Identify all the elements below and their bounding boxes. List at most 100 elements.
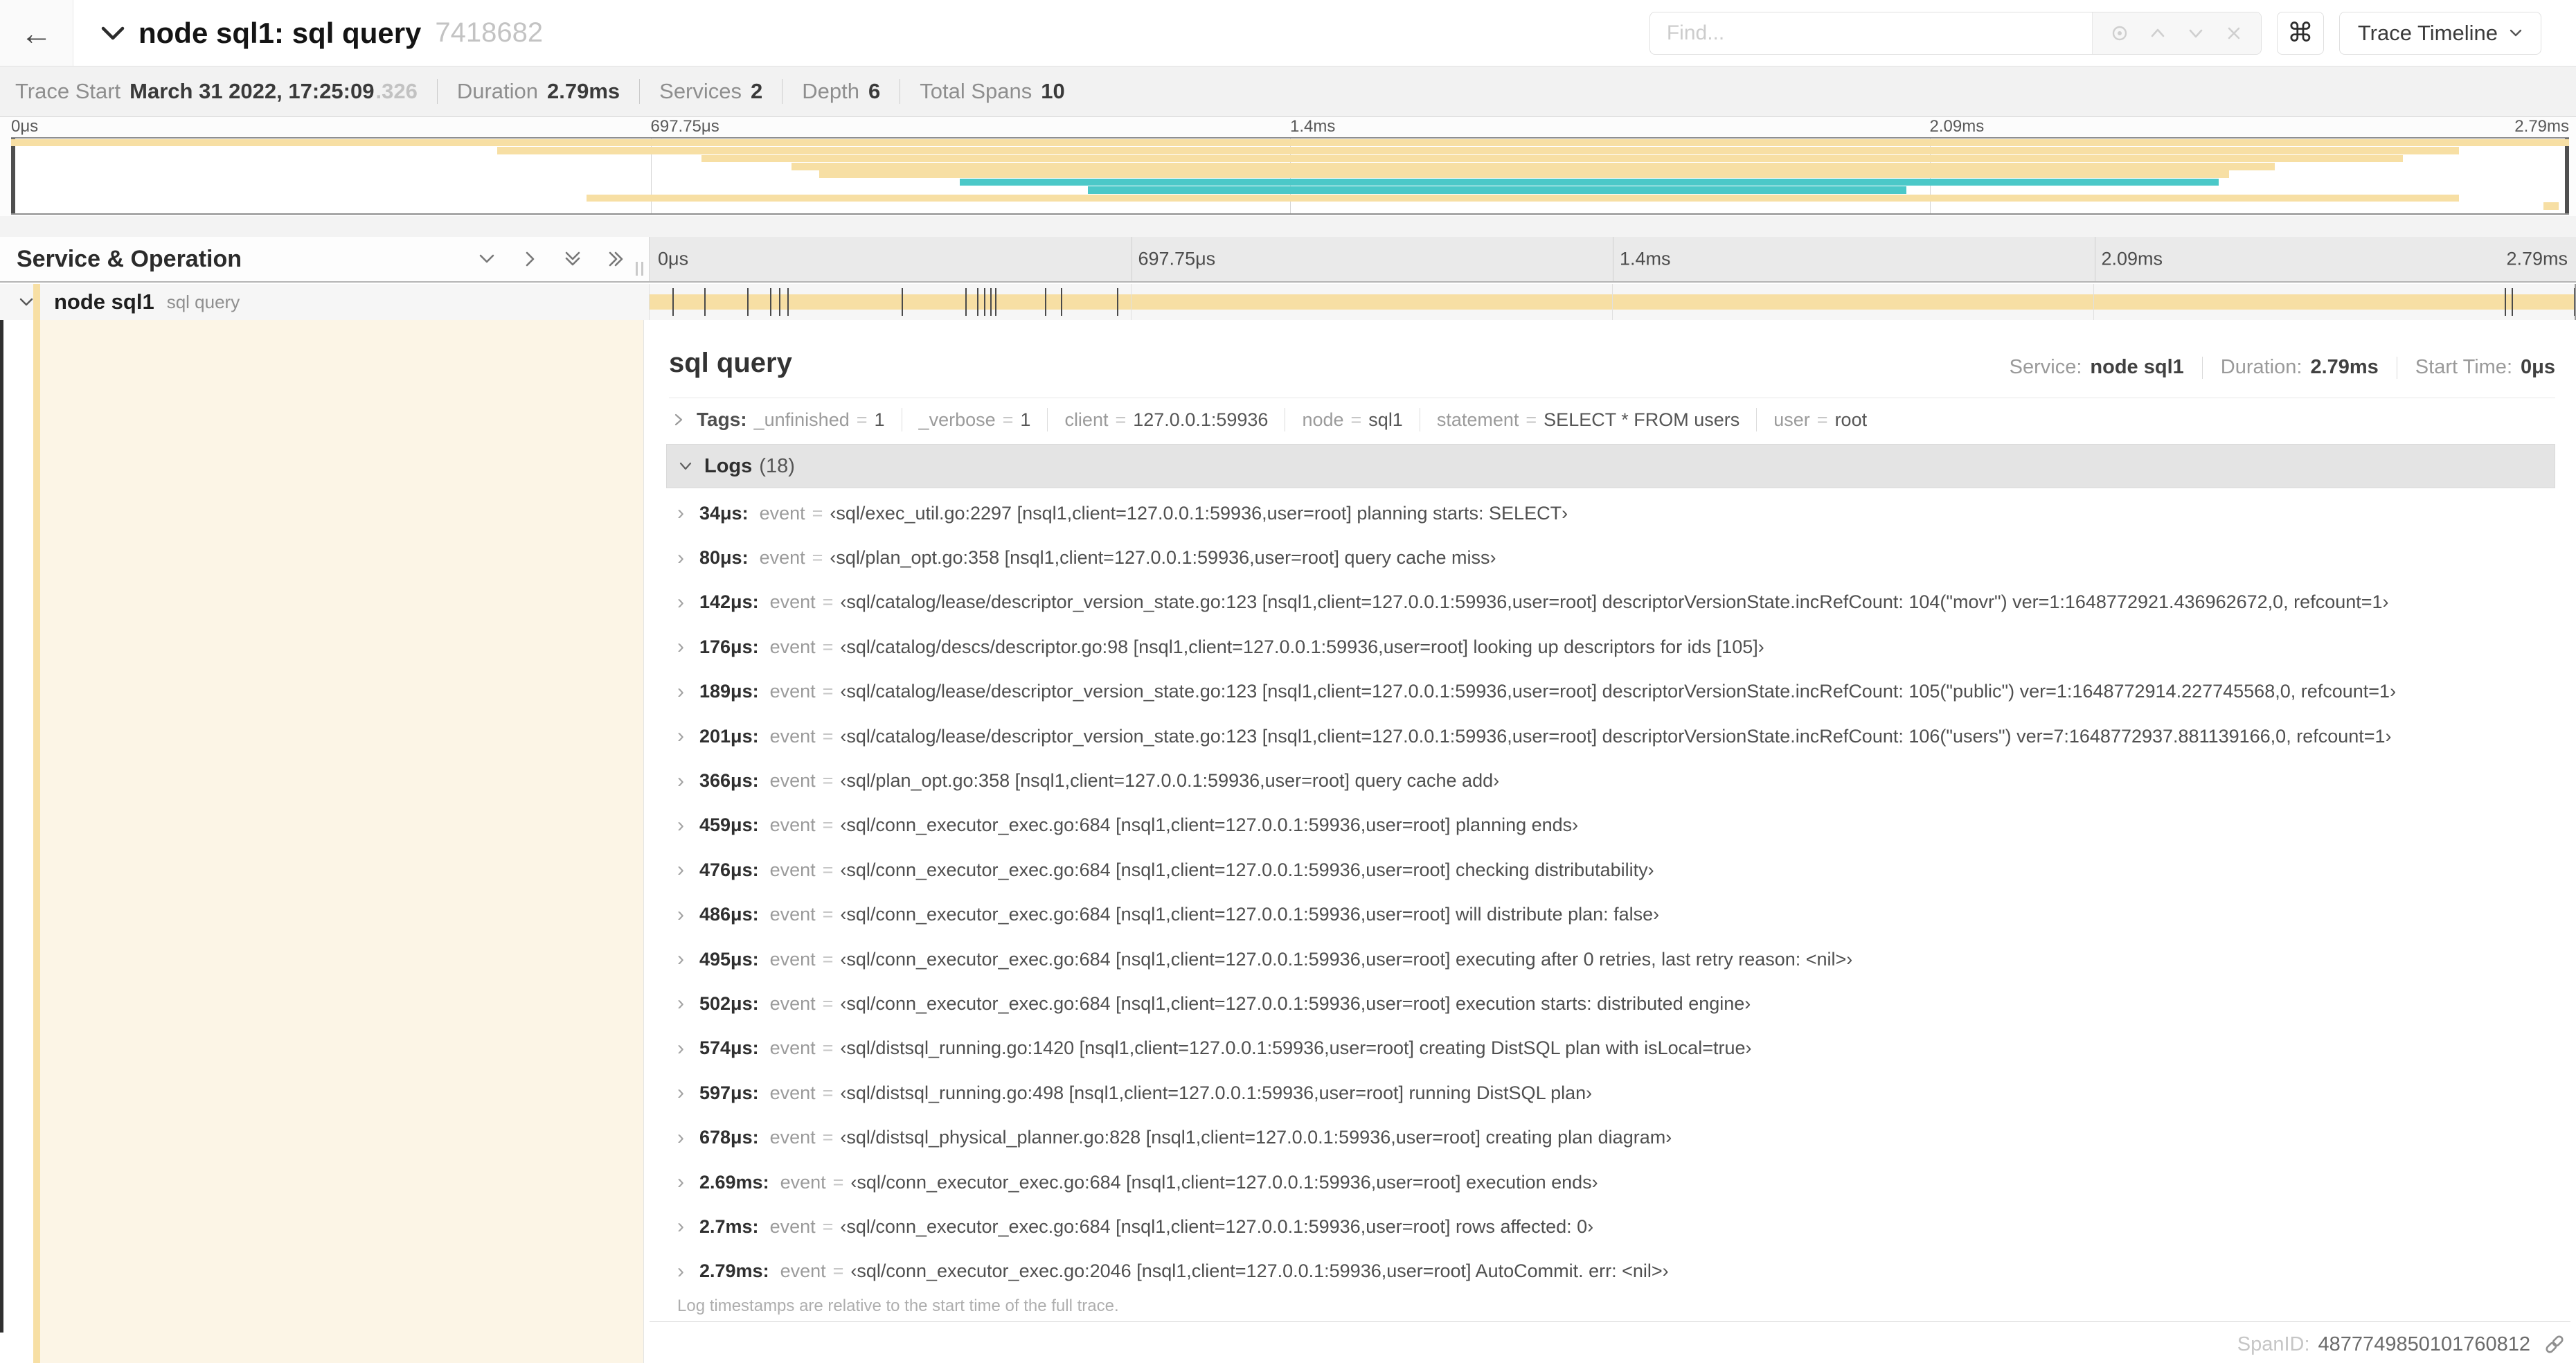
column-resize-grip[interactable] (636, 262, 643, 276)
equals-sign: = (1350, 409, 1362, 430)
log-row[interactable]: › 495μs: event = ‹sql/conn_executor_exec.go:… (677, 937, 2555, 981)
expand-one-chevron-right-icon[interactable] (520, 250, 539, 268)
back-button[interactable]: ← (0, 0, 73, 66)
chevron-right-icon[interactable]: › (677, 1126, 684, 1150)
locate-icon[interactable] (2109, 22, 2131, 44)
timeline-gridline (1131, 284, 1132, 320)
log-marker-tick (2512, 288, 2514, 316)
log-row[interactable]: › 80μs: event = ‹sql/plan_opt.go:358 [nsql1,… (677, 535, 2555, 580)
log-row[interactable]: › 678μs: event = ‹sql/distsql_physical_plann… (677, 1115, 2555, 1159)
log-timestamp: 678μs: (699, 1127, 759, 1148)
log-row[interactable]: › 2.7ms: event = ‹sql/conn_executor_exec.go:… (677, 1204, 2555, 1249)
chevron-right-icon[interactable]: › (677, 1215, 684, 1238)
logs-section-header[interactable]: Logs (18) (666, 444, 2555, 488)
log-body: event = ‹sql/conn_executor_exec.go:684 [ns… (770, 993, 1751, 1015)
chevron-right-icon[interactable]: › (677, 947, 684, 971)
log-row[interactable]: › 597μs: event = ‹sql/distsql_running.go:498… (677, 1071, 2555, 1115)
log-field-key: event (769, 1082, 816, 1103)
log-field-key: event (759, 502, 805, 524)
minimap-canvas[interactable] (11, 137, 2569, 215)
clear-search-x-icon[interactable] (2223, 22, 2245, 44)
chevron-right-icon[interactable]: › (677, 1081, 684, 1105)
section-gap (0, 216, 2576, 237)
log-marker-tick (2574, 288, 2575, 316)
log-marker-tick (995, 288, 997, 316)
minimap-left-scrub-handle[interactable] (11, 139, 15, 213)
log-row[interactable]: › 189μs: event = ‹sql/catalog/lease/descript… (677, 670, 2555, 714)
log-row[interactable]: › 574μs: event = ‹sql/distsql_running.go:142… (677, 1026, 2555, 1071)
chevron-right-icon[interactable]: › (677, 1260, 684, 1283)
chevron-right-icon[interactable]: › (677, 769, 684, 793)
prev-match-chevron-up-icon[interactable] (2147, 22, 2169, 44)
trace-stat-value: March 31 2022, 17:25:09 (129, 79, 375, 103)
log-timestamp: 502μs: (699, 992, 759, 1014)
span-color-bar (33, 284, 40, 320)
equals-sign: = (832, 1260, 844, 1282)
log-timestamp: 80μs: (699, 547, 749, 569)
expand-all-double-chevron-right-icon[interactable] (606, 250, 625, 268)
view-selector-label: Trace Timeline (2357, 20, 2498, 45)
link-icon[interactable] (2543, 1333, 2566, 1356)
equals-sign: = (822, 1037, 834, 1059)
log-row[interactable]: › 476μs: event = ‹sql/conn_executor_exec.go:… (677, 848, 2555, 892)
log-row[interactable]: › 201μs: event = ‹sql/catalog/lease/descript… (677, 714, 2555, 758)
chevron-right-icon[interactable]: › (677, 858, 684, 882)
timeline-tick-label: 697.75μs (1138, 248, 1216, 269)
log-row[interactable]: › 459μs: event = ‹sql/conn_executor_exec.go:… (677, 803, 2555, 848)
log-field-value: ‹sql/conn_executor_exec.go:684 [nsql1,cl… (840, 859, 1654, 880)
chevron-right-icon[interactable]: › (677, 1037, 684, 1060)
next-match-chevron-down-icon[interactable] (2185, 22, 2207, 44)
log-row[interactable]: › 366μs: event = ‹sql/plan_opt.go:358 [nsql1… (677, 758, 2555, 803)
minimap-right-scrub-handle[interactable] (2565, 139, 2569, 213)
collapse-all-double-chevron-down-icon[interactable] (563, 250, 582, 268)
span-id-row: SpanID: 4877749850101760812 (2237, 1333, 2566, 1356)
minimap-tick-label: 1.4ms (1290, 117, 1336, 136)
logs-count: (18) (759, 454, 795, 477)
log-row[interactable]: › 142μs: event = ‹sql/catalog/lease/descript… (677, 580, 2555, 625)
chevron-right-icon[interactable]: › (677, 1170, 684, 1194)
chevron-right-icon[interactable]: › (677, 591, 684, 614)
log-field-key: event (780, 1260, 826, 1282)
collapse-one-chevron-down-icon[interactable] (477, 250, 497, 268)
log-field-key: event (769, 1215, 816, 1237)
equals-sign: = (832, 1171, 844, 1193)
chevron-right-icon[interactable]: › (677, 546, 684, 570)
log-row[interactable]: › 176μs: event = ‹sql/catalog/descs/descript… (677, 625, 2555, 669)
log-row[interactable]: › 486μs: event = ‹sql/conn_executor_exec.go:… (677, 893, 2555, 937)
log-row[interactable]: › 2.69ms: event = ‹sql/conn_executor_exec.go… (677, 1160, 2555, 1204)
log-row[interactable]: › 34μs: event = ‹sql/exec_util.go:2297 [nsql… (677, 491, 2555, 535)
chevron-right-icon[interactable]: › (677, 992, 684, 1015)
chevron-right-icon[interactable]: › (677, 903, 684, 927)
view-selector-button[interactable]: Trace Timeline (2338, 11, 2541, 55)
log-field-value: ‹sql/catalog/lease/descriptor_version_st… (840, 591, 2389, 613)
trace-stat-label: Trace Start (15, 79, 121, 103)
tag-value: 127.0.0.1:59936 (1133, 409, 1269, 430)
tags-toggle[interactable]: Tags: (673, 409, 747, 431)
log-body: event = ‹sql/conn_executor_exec.go:684 [ns… (770, 814, 1579, 836)
timeline-tick-label: 2.79ms (2506, 248, 2568, 269)
tag-key: statement (1436, 409, 1519, 430)
log-field-value: ‹sql/plan_opt.go:358 [nsql1,client=127.0… (840, 770, 1500, 792)
row-chevron-down-icon[interactable] (18, 295, 35, 309)
span-row-name-cell[interactable]: node sql1 sql query (0, 284, 650, 320)
log-field-key: event (769, 1037, 816, 1059)
trace-stat-value: 2 (751, 79, 763, 103)
chevron-right-icon[interactable]: › (677, 814, 684, 837)
chevron-right-icon[interactable]: › (677, 635, 684, 659)
log-field-value: ‹sql/catalog/descs/descriptor.go:98 [nsq… (840, 636, 1764, 657)
chevron-right-icon[interactable]: › (677, 501, 684, 525)
log-row[interactable]: › 502μs: event = ‹sql/conn_executor_exec.go:… (677, 981, 2555, 1026)
chevron-right-icon[interactable]: › (677, 724, 684, 748)
chevron-right-icon[interactable]: › (677, 680, 684, 704)
minimap-span (701, 154, 2403, 163)
equals-sign: = (822, 992, 834, 1014)
vertical-scroll-indicator[interactable] (0, 320, 3, 1333)
keyboard-shortcuts-button[interactable]: ⌘ (2276, 11, 2324, 55)
log-field-value: ‹sql/distsql_physical_planner.go:828 [ns… (840, 1127, 1672, 1148)
minimap-tick-row: 0μs 697.75μs 1.4ms 2.09ms 2.79ms (11, 117, 2569, 136)
find-input[interactable] (1649, 12, 2092, 54)
trace-collapse-chevron-down-icon[interactable] (98, 22, 127, 44)
span-id-value: 4877749850101760812 (2318, 1333, 2530, 1355)
log-row[interactable]: › 2.79ms: event = ‹sql/conn_executor_exec.go… (677, 1249, 2555, 1294)
log-field-key: event (769, 992, 816, 1014)
